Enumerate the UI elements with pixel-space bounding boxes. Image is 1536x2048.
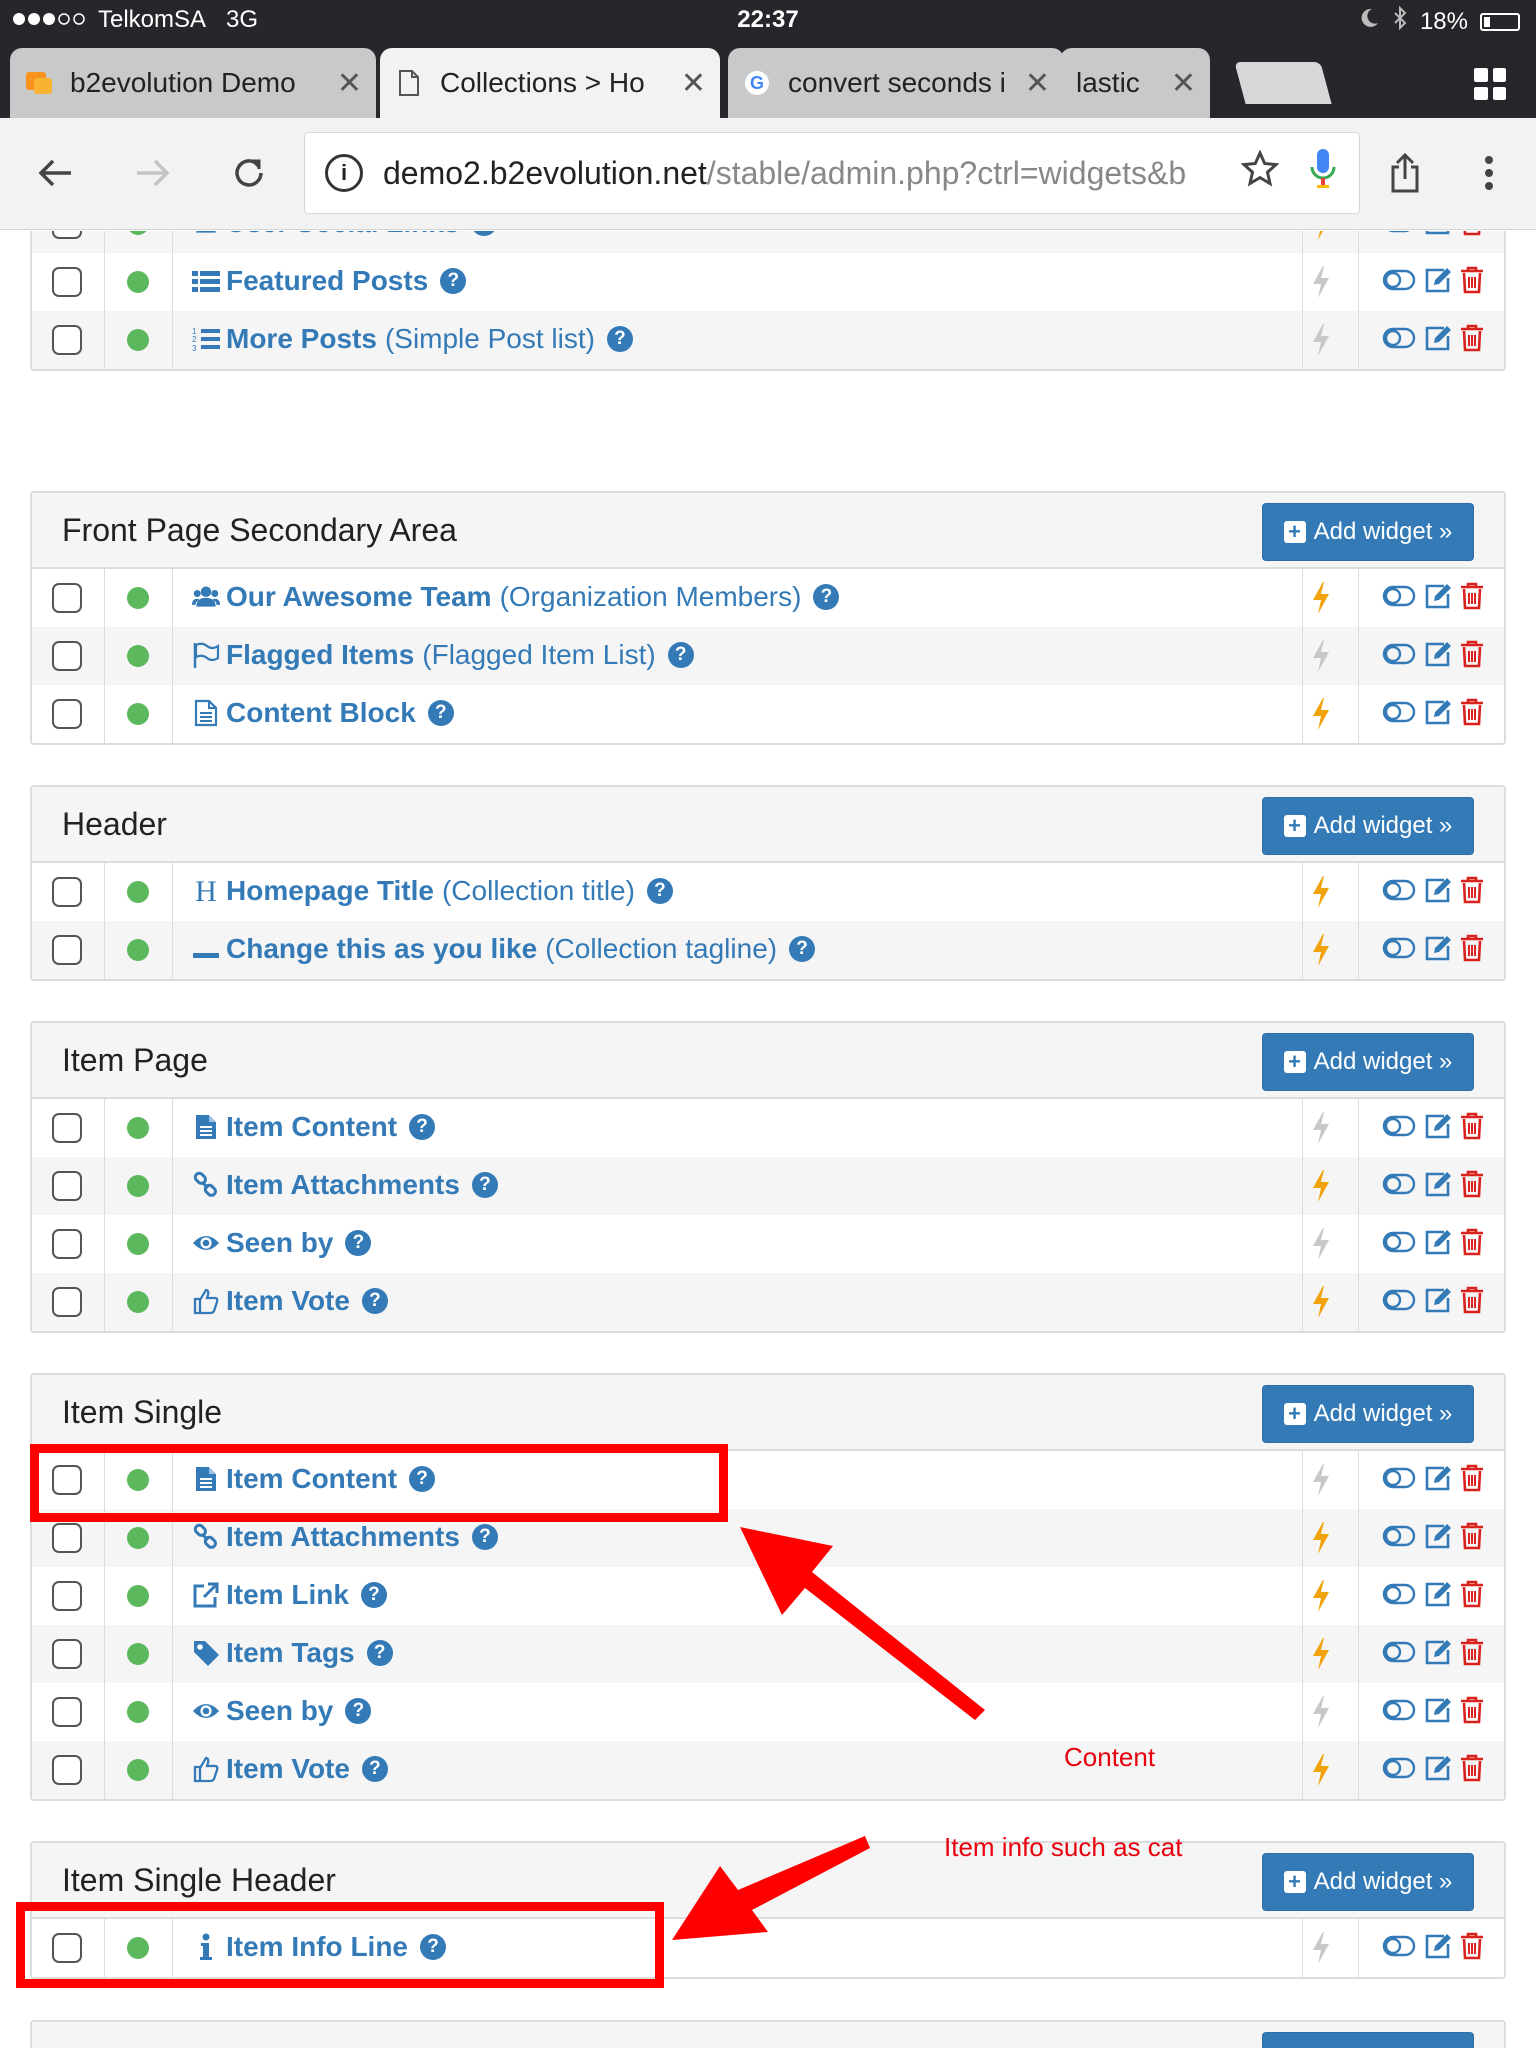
annotation-item-info-label: Item info such as cat xyxy=(944,1832,1183,1862)
arrow-shape xyxy=(672,1836,870,1940)
annotation-content-label: Content xyxy=(1064,1742,1156,1772)
arrow-shape xyxy=(740,1527,985,1720)
annotation-arrows xyxy=(672,1527,985,1940)
